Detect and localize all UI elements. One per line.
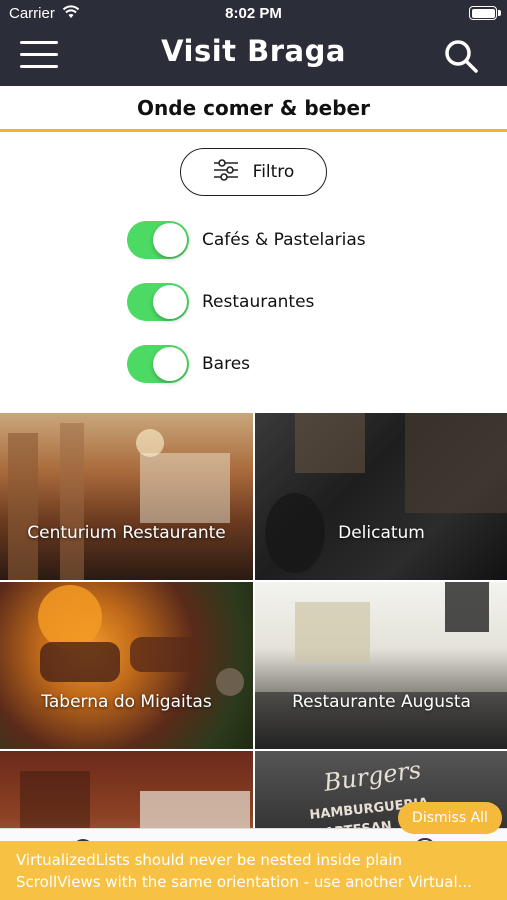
cafes-toggle[interactable] [127, 221, 189, 259]
place-name: Delicatum [338, 523, 425, 543]
brand-logo: Visit Braga [161, 34, 346, 68]
search-icon[interactable] [443, 38, 479, 74]
place-card-delicatum[interactable]: Delicatum [255, 413, 507, 580]
toggle-label: Bares [202, 354, 251, 374]
toggle-label: Restaurantes [202, 292, 315, 312]
places-grid: Centurium Restaurante Delicatum Taberna … [0, 413, 507, 828]
battery-icon [469, 6, 501, 20]
place-card-augusta[interactable]: Restaurante Augusta [255, 582, 507, 749]
toggle-row-restaurantes: Restaurantes [127, 283, 314, 321]
place-card-5[interactable] [0, 751, 253, 828]
warning-line-2: ScrollViews with the same orientation - … [16, 873, 472, 891]
place-name: Taberna do Migaitas [41, 692, 212, 712]
dismiss-all-button[interactable]: Dismiss All [398, 802, 502, 834]
place-name: Restaurante Augusta [292, 692, 471, 712]
page-title-bar: Onde comer & beber [0, 86, 507, 132]
status-time: 8:02 PM [225, 5, 282, 22]
burgers-sign: Burgers [321, 756, 423, 797]
filter-label: Filtro [252, 162, 295, 182]
warning-line-1: VirtualizedLists should never be nested … [16, 851, 403, 869]
app-header: Carrier 8:02 PM Visit Braga [0, 0, 507, 86]
filter-button[interactable]: Filtro [180, 148, 327, 196]
toggle-label: Cafés & Pastelarias [202, 230, 366, 250]
place-card-taberna[interactable]: Taberna do Migaitas [0, 582, 253, 749]
place-card-centurium[interactable]: Centurium Restaurante [0, 413, 253, 580]
status-bar: Carrier 8:02 PM [0, 0, 507, 28]
toggle-row-cafes: Cafés & Pastelarias [127, 221, 366, 259]
place-name: Centurium Restaurante [27, 523, 226, 543]
yellowbox-warning[interactable]: VirtualizedLists should never be nested … [0, 841, 507, 900]
restaurantes-toggle[interactable] [127, 283, 189, 321]
toggle-row-bares: Bares [127, 345, 250, 383]
sliders-icon [213, 158, 239, 186]
page-title: Onde comer & beber [137, 95, 370, 120]
bares-toggle[interactable] [127, 345, 189, 383]
